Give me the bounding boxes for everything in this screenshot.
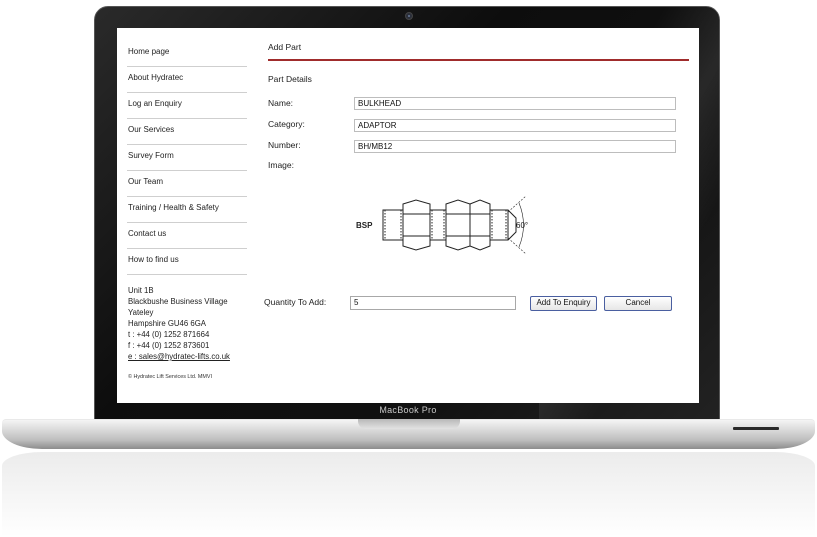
sidebar-item-survey[interactable]: Survey Form [127,145,247,171]
fax-number: f : +44 (0) 1252 873601 [128,341,210,350]
copyright-text: © Hydratec Lift Services Ltd. MMVI [128,374,212,380]
category-label: Category: [268,119,305,129]
number-label: Number: [268,140,301,150]
add-to-enquiry-button[interactable]: Add To Enquiry [530,296,597,311]
image-label: Image: [268,160,294,170]
cancel-button[interactable]: Cancel [604,296,672,311]
sidebar-item-training[interactable]: Training / Health & Safety [127,197,247,223]
email-link[interactable]: e : sales@hydratec-lifts.co.uk [128,351,247,362]
name-label: Name: [268,98,294,108]
sidebar-item-home[interactable]: Home page [127,41,247,67]
address-line: Unit 1B [128,286,154,295]
sidebar-item-log-enquiry[interactable]: Log an Enquiry [127,93,247,119]
screen: Home page About Hydratec Log an Enquiry … [117,28,699,403]
quantity-label: Quantity To Add: [264,297,327,307]
angle-label: 60° [516,221,528,230]
category-field[interactable]: ADAPTOR [354,119,676,132]
sidebar-nav: Home page About Hydratec Log an Enquiry … [127,41,247,380]
camera-lens [408,15,410,17]
sidebar-item-team[interactable]: Our Team [127,171,247,197]
sidebar-item-services[interactable]: Our Services [127,119,247,145]
drive-slot [733,427,779,430]
phone-number: t : +44 (0) 1252 871664 [128,330,210,339]
address-line: Hampshire GU46 6GA [128,319,206,328]
name-field[interactable]: BULKHEAD [354,97,676,110]
sidebar-item-about[interactable]: About Hydratec [127,67,247,93]
floor-reflection [2,452,815,537]
number-field[interactable]: BH/MB12 [354,140,676,153]
lid-notch [358,419,460,429]
sidebar-item-find-us[interactable]: How to find us [127,249,247,275]
sidebar-item-contact[interactable]: Contact us [127,223,247,249]
address-line: Blackbushe Business Village [128,297,228,306]
address-line: Yateley [128,308,154,317]
quantity-input[interactable]: 5 [350,296,516,310]
bulkhead-adaptor-image: BSP 60° [356,195,528,255]
company-address: Unit 1B Blackbushe Business Village Yate… [127,285,247,362]
bsp-label: BSP [356,221,373,230]
main-content: Add Part Part Details Name: BULKHEAD Cat… [264,42,689,311]
model-label: MacBook Pro [379,405,437,415]
